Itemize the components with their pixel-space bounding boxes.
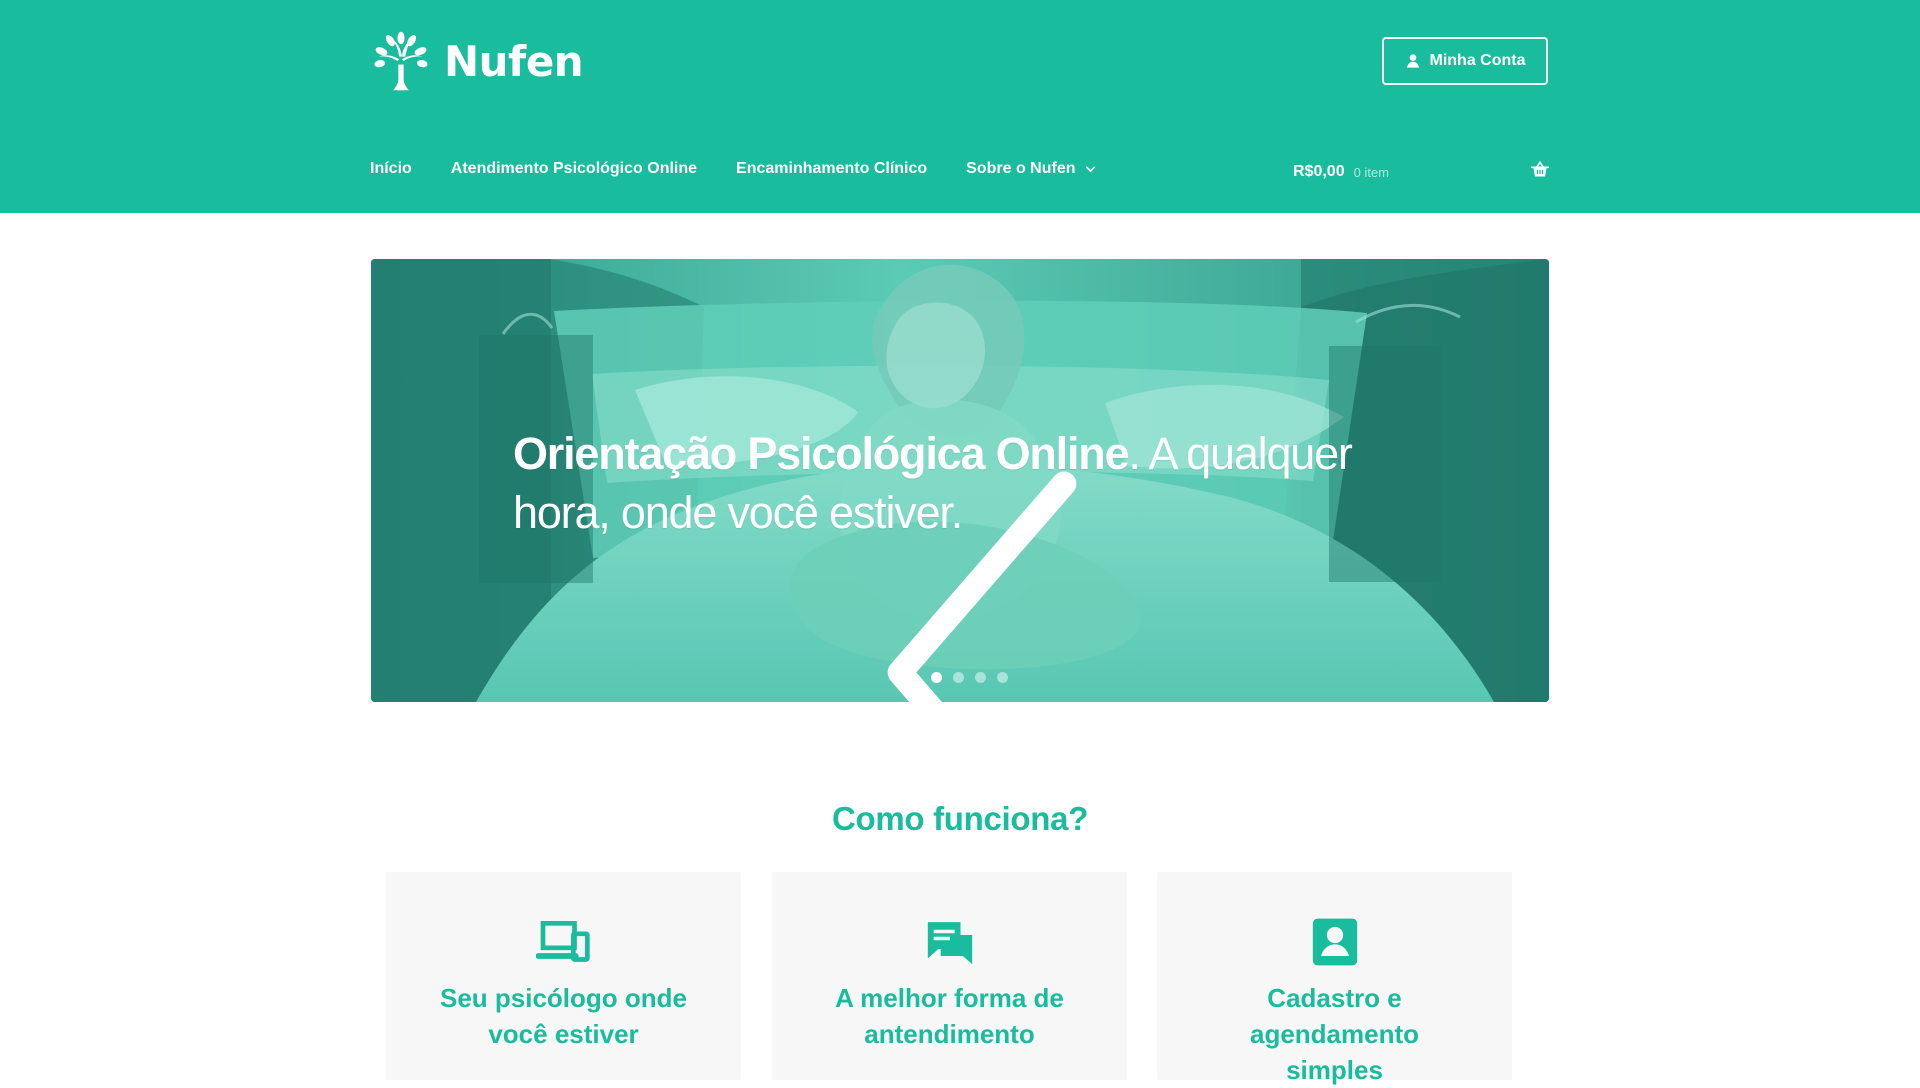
feature-card-label: Cadastro e agendamento simples	[1249, 983, 1420, 1085]
feature-card-label: A melhor forma de antendimento	[835, 983, 1064, 1049]
nav-item-home[interactable]: Início	[370, 160, 412, 178]
main-navigation: Início Atendimento Psicológico Online En…	[370, 160, 1136, 178]
carousel-dot-active[interactable]	[931, 672, 942, 683]
my-account-label: Minha Conta	[1429, 52, 1526, 69]
carousel-pagination	[931, 672, 1008, 683]
nav-item-online-psychology[interactable]: Atendimento Psicológico Online	[451, 160, 697, 178]
hero-heading: Orientação Psicológica Online. A qualque…	[513, 424, 1383, 542]
brand-logo[interactable]: Nufen	[370, 30, 584, 92]
nav-label: Atendimento Psicológico Online	[450, 160, 698, 177]
nav-item-clinical-referral[interactable]: Encaminhamento Clínico	[736, 160, 927, 178]
site-header: Nufen Minha Conta Início Atendimento Psi…	[0, 0, 1920, 213]
account-box-icon	[1312, 918, 1357, 966]
feature-card: Cadastro e agendamento simples	[1157, 872, 1512, 1085]
hero-carousel: Orientação Psicológica Online. A qualque…	[371, 259, 1549, 702]
how-it-works-heading: Como funciona?	[831, 800, 1089, 838]
nav-label: Sobre o Nufen	[966, 160, 1076, 177]
devices-icon	[535, 921, 590, 962]
cart-total: R$0,00	[1293, 163, 1345, 180]
chevron-down-icon	[1085, 166, 1095, 172]
carousel-dot[interactable]	[975, 672, 986, 683]
brand-name: Nufen	[444, 36, 584, 86]
nav-label: Encaminhamento Clínico	[736, 160, 928, 177]
tree-icon	[374, 31, 428, 91]
cart-summary[interactable]: R$0,00 0 item	[1293, 158, 1550, 186]
feature-card: A melhor forma de antendimento	[772, 872, 1127, 1080]
my-account-button[interactable]: Minha Conta	[1382, 37, 1548, 85]
chevron-right-icon	[1481, 451, 1549, 702]
carousel-next-button[interactable]	[1481, 451, 1527, 509]
nav-item-about[interactable]: Sobre o Nufen	[966, 160, 1096, 178]
feature-card-label: Seu psicólogo onde você estiver	[439, 983, 687, 1049]
cart-count: 0 item	[1353, 164, 1389, 180]
carousel-previous-button[interactable]	[393, 451, 1077, 702]
shopping-basket-icon[interactable]	[1530, 159, 1550, 179]
carousel-dot[interactable]	[953, 672, 964, 683]
chat-icon	[927, 922, 972, 965]
user-icon	[1406, 54, 1419, 68]
nav-label: Início	[370, 160, 412, 177]
hero-title-strong: Orientação Psicológica Online	[513, 428, 1130, 479]
carousel-dot[interactable]	[997, 672, 1008, 683]
feature-card: Seu psicólogo onde você estiver	[386, 872, 741, 1080]
